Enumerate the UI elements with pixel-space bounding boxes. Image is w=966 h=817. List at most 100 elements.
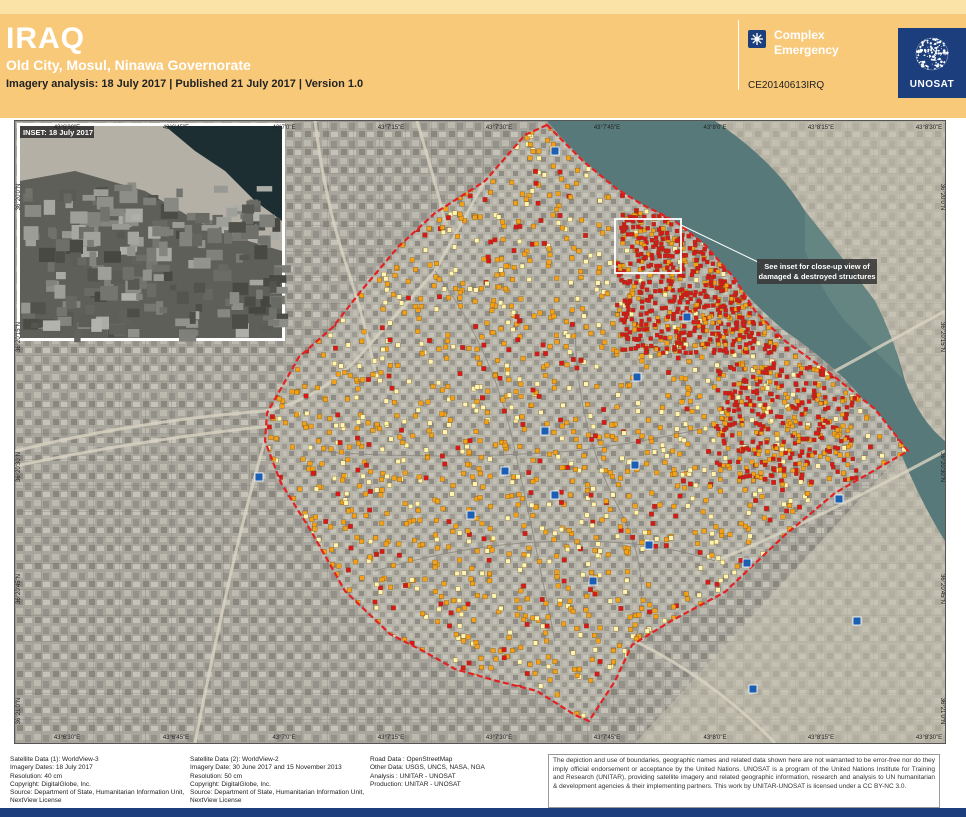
damage-marker [648,354,654,359]
damage-marker [850,456,855,462]
landmark-icon [540,426,550,436]
damage-marker [681,257,687,262]
damage-marker [510,277,516,282]
damage-marker [592,548,598,553]
damage-marker [332,361,337,366]
damage-marker [709,279,714,284]
damage-marker [716,342,721,347]
damage-marker [682,337,687,342]
inset-rooftop [74,329,81,343]
damage-marker [720,271,726,277]
damage-marker [577,632,583,638]
damage-marker [671,316,676,321]
damage-marker [832,396,837,402]
damage-marker [552,530,558,536]
damage-marker [351,513,357,519]
damage-marker [390,292,396,298]
damage-marker [576,544,582,550]
inset-rooftop [142,269,152,281]
coordinate-label: 36°21'0"N [16,698,22,725]
damage-marker [790,468,795,473]
inset-rooftop [38,247,56,263]
damage-marker [877,434,883,440]
damage-marker [445,332,451,338]
damage-marker [793,461,798,467]
damage-marker [522,251,528,257]
damage-marker [805,425,810,430]
damage-marker [545,654,551,660]
damage-marker [688,481,693,487]
damage-marker [765,427,771,432]
damage-marker [356,440,361,446]
damage-marker [830,462,835,467]
damage-marker [589,657,595,662]
damage-marker [490,330,496,336]
damage-marker [645,226,650,231]
damage-marker [752,447,757,453]
inset-rooftop [42,320,61,331]
damage-marker [314,385,320,391]
damage-marker [725,412,731,417]
damage-marker [531,313,537,319]
damage-marker [640,597,646,603]
damage-marker [302,384,308,389]
damage-marker [397,434,403,440]
damage-marker [737,414,742,419]
damage-marker [347,372,353,378]
damage-marker [303,513,309,519]
damage-marker [473,324,479,329]
damage-marker [599,468,605,473]
damage-marker [734,326,739,331]
damage-marker [845,462,851,467]
damage-marker [677,451,683,457]
damage-marker [777,373,782,378]
damage-marker [308,423,314,429]
damage-marker [652,503,658,509]
damage-marker [332,475,337,481]
damage-marker [477,495,483,500]
damage-marker [743,302,748,308]
damage-marker [681,437,687,443]
footer-col-sat2: Satellite Data (2): WorldView-2 Imagery … [190,756,364,806]
damage-marker [638,333,643,338]
damage-marker [610,492,616,498]
damage-marker [492,237,498,243]
landmark-icon [630,460,640,470]
damage-marker [529,188,535,194]
damage-marker [841,470,846,476]
damage-marker [630,534,636,540]
damage-marker [702,288,707,294]
damage-marker [442,461,448,467]
damage-marker [481,256,487,262]
damage-marker [644,461,650,467]
inset-rooftop [65,296,77,309]
damage-marker [708,514,714,520]
damage-marker [716,298,721,304]
damage-marker [759,427,764,432]
damage-marker [405,295,411,301]
damage-marker [546,664,551,669]
damage-marker [715,555,721,561]
damage-marker [359,293,365,299]
damage-marker [380,471,386,476]
damage-marker [348,545,354,551]
coordinate-label: 36°20'30"N [939,452,945,482]
damage-marker [611,659,616,665]
damage-marker [723,308,728,313]
damage-marker [445,338,450,344]
damage-marker [779,368,784,374]
damage-marker [748,333,753,339]
inset-rooftop [152,238,160,248]
damage-marker [724,283,729,288]
damage-marker [745,469,750,474]
damage-marker [801,387,807,392]
damage-marker [705,275,711,280]
damage-marker [622,298,627,303]
damage-marker [387,482,392,488]
damage-marker [649,232,654,237]
damage-marker [412,413,418,419]
damage-marker [738,521,744,527]
damage-marker [595,638,601,644]
damage-marker [534,615,540,621]
damage-marker [533,504,539,510]
